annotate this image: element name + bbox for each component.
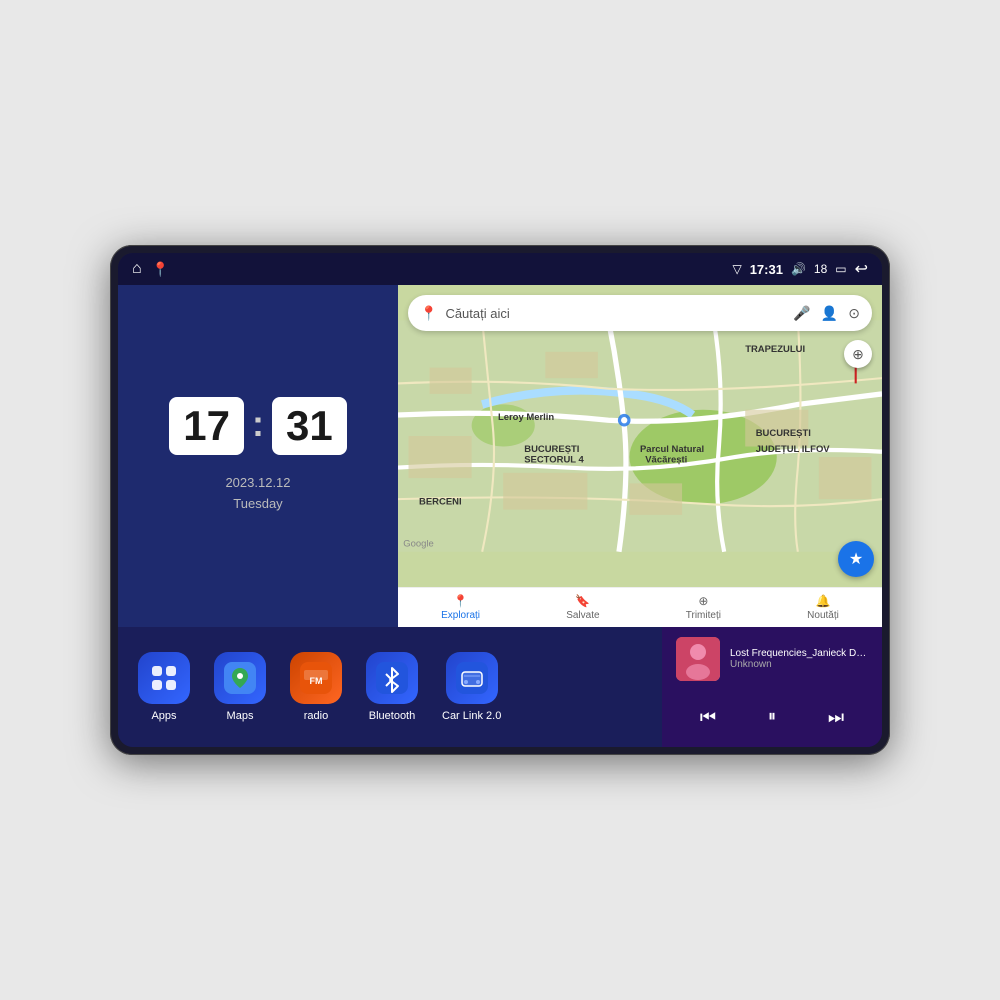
status-bar: ⌂ 📍 ▽ 17:31 🔊 18 ▭ ↩ (118, 253, 882, 285)
battery-level: 18 (814, 262, 827, 276)
svg-text:BERCENI: BERCENI (419, 496, 462, 507)
svg-text:SECTORUL 4: SECTORUL 4 (524, 454, 584, 465)
apps-section: Apps Maps (118, 627, 662, 747)
prev-button[interactable]: ⏮ (692, 701, 724, 733)
clock-panel: 17 : 31 2023.12.12 Tuesday (118, 285, 398, 627)
map-search-text[interactable]: Căutați aici (445, 306, 785, 321)
location-button[interactable]: ⊕ (844, 340, 872, 368)
svg-text:Văcărești: Văcărești (645, 454, 687, 465)
bottom-section: Apps Maps (118, 627, 882, 747)
account-icon[interactable]: 👤 (821, 305, 838, 322)
apps-label: Apps (151, 710, 176, 722)
play-pause-button[interactable]: ⏸ (756, 701, 788, 733)
apps-icon (138, 652, 190, 704)
news-icon: 🔔 (816, 594, 831, 608)
svg-text:Leroy Merlin: Leroy Merlin (498, 412, 554, 423)
mic-icon[interactable]: 🎤 (793, 305, 810, 322)
volume-icon: 🔊 (791, 262, 806, 276)
map-search-icons: 🎤 👤 ⊙ (793, 305, 860, 322)
map-panel[interactable]: 📍 Căutați aici 🎤 👤 ⊙ (398, 285, 882, 627)
screen: ⌂ 📍 ▽ 17:31 🔊 18 ▭ ↩ 17 : (118, 253, 882, 747)
clock-display: 17 : 31 (169, 397, 346, 455)
clock-hours: 17 (169, 397, 244, 455)
bluetooth-label: Bluetooth (369, 710, 415, 722)
battery-icon: ▭ (835, 262, 846, 276)
map-search-bar[interactable]: 📍 Căutați aici 🎤 👤 ⊙ (408, 295, 872, 331)
music-controls: ⏮ ⏸ ⏭ (676, 697, 868, 737)
carlink-label: Car Link 2.0 (442, 710, 501, 722)
status-left: ⌂ 📍 (132, 260, 169, 278)
carlink-icon (446, 652, 498, 704)
back-button[interactable]: ↩ (855, 259, 868, 279)
svg-text:TRAPEZULUI: TRAPEZULUI (745, 344, 805, 355)
maps-app-icon (214, 652, 266, 704)
directions-fab-button[interactable]: ★ (838, 541, 874, 577)
directions-icon: ★ (849, 549, 863, 569)
news-label: Noutăți (807, 610, 839, 621)
bluetooth-icon (366, 652, 418, 704)
clock-minutes: 31 (272, 397, 347, 455)
app-item-carlink[interactable]: Car Link 2.0 (442, 652, 501, 722)
map-pin-icon: 📍 (420, 305, 437, 322)
svg-text:JUDEȚUL ILFOV: JUDEȚUL ILFOV (756, 444, 831, 455)
clock-date: 2023.12.12 Tuesday (225, 473, 290, 515)
svg-text:BUCUREȘTI: BUCUREȘTI (524, 444, 579, 455)
radio-icon: FM (290, 652, 342, 704)
map-bottom-nav: 📍 Explorați 🔖 Salvate ⊕ Trimiteți 🔔 (398, 587, 882, 627)
music-title: Lost Frequencies_Janieck Devy-... (730, 648, 868, 659)
home-nav-icon[interactable]: ⌂ (132, 260, 142, 278)
app-item-maps[interactable]: Maps (214, 652, 266, 722)
svg-text:BUCUREȘTI: BUCUREȘTI (756, 428, 811, 439)
app-item-bluetooth[interactable]: Bluetooth (366, 652, 418, 722)
music-panel: Lost Frequencies_Janieck Devy-... Unknow… (662, 627, 882, 747)
map-nav-explore[interactable]: 📍 Explorați (441, 594, 480, 621)
saved-label: Salvate (566, 610, 599, 621)
device: ⌂ 📍 ▽ 17:31 🔊 18 ▭ ↩ 17 : (110, 245, 890, 755)
explore-label: Explorați (441, 610, 480, 621)
status-time: 17:31 (750, 262, 783, 277)
app-item-apps[interactable]: Apps (138, 652, 190, 722)
status-right: ▽ 17:31 🔊 18 ▭ ↩ (732, 259, 868, 279)
music-thumbnail (676, 637, 720, 681)
app-item-radio[interactable]: FM radio (290, 652, 342, 722)
layers-icon[interactable]: ⊙ (848, 305, 860, 322)
share-label: Trimiteți (686, 610, 721, 621)
svg-text:Parcul Natural: Parcul Natural (640, 444, 704, 455)
top-section: 17 : 31 2023.12.12 Tuesday 📍 Căutați aic… (118, 285, 882, 627)
signal-icon: ▽ (732, 262, 741, 276)
music-info: Lost Frequencies_Janieck Devy-... Unknow… (676, 637, 868, 681)
map-nav-share[interactable]: ⊕ Trimiteți (686, 594, 721, 621)
clock-colon: : (252, 403, 264, 445)
share-icon: ⊕ (698, 594, 708, 608)
maps-label: Maps (227, 710, 254, 722)
map-nav-saved[interactable]: 🔖 Salvate (566, 594, 599, 621)
svg-text:Google: Google (403, 538, 433, 549)
maps-nav-icon[interactable]: 📍 (152, 261, 169, 278)
music-text: Lost Frequencies_Janieck Devy-... Unknow… (730, 648, 868, 670)
saved-icon: 🔖 (575, 594, 590, 608)
radio-label: radio (304, 710, 328, 722)
main-content: 17 : 31 2023.12.12 Tuesday 📍 Căutați aic… (118, 285, 882, 747)
crosshair-icon: ⊕ (852, 346, 864, 363)
music-artist: Unknown (730, 659, 868, 670)
explore-icon: 📍 (453, 594, 468, 608)
map-nav-news[interactable]: 🔔 Noutăți (807, 594, 839, 621)
next-button[interactable]: ⏭ (820, 701, 852, 733)
